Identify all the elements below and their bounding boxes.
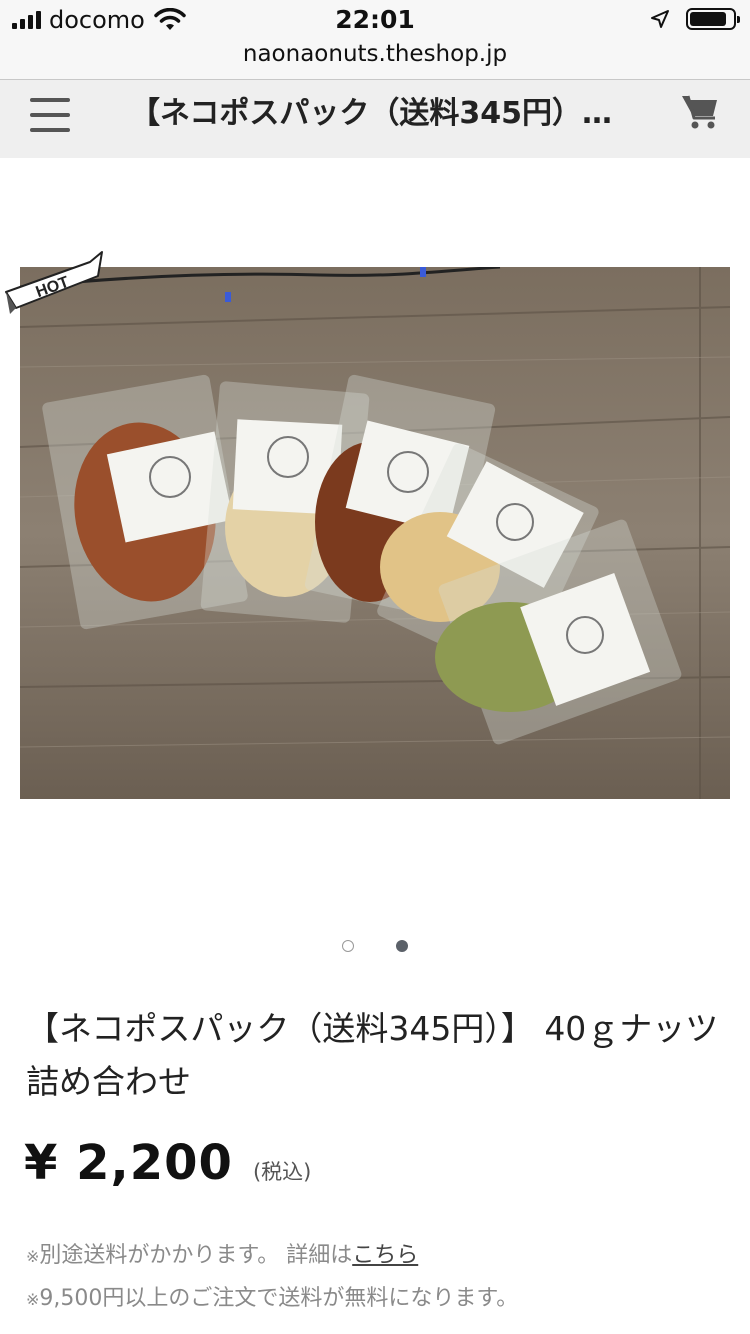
carousel-dot-1[interactable] bbox=[342, 940, 354, 952]
clock: 22:01 bbox=[335, 5, 415, 34]
product-photo[interactable] bbox=[20, 267, 730, 799]
carousel-dot-2[interactable] bbox=[396, 940, 408, 952]
url-text[interactable]: naonaonuts.theshop.jp bbox=[0, 40, 750, 68]
hot-badge: HOT bbox=[5, 251, 103, 314]
shipping-note: ※別途送料がかかります。 詳細はこちら bbox=[26, 1237, 418, 1269]
shipping-details-link[interactable]: こちら bbox=[352, 1243, 418, 1268]
tax-note: (税込) bbox=[252, 1160, 312, 1184]
hamburger-menu-icon[interactable] bbox=[30, 98, 70, 132]
product-price: ¥ 2,200 bbox=[24, 1135, 233, 1191]
note-mark: ※ bbox=[26, 1290, 40, 1309]
free-shipping-note-text: 9,500円以上のご注文で送料が無料になります。 bbox=[39, 1286, 519, 1311]
location-arrow-icon bbox=[651, 10, 669, 28]
header-title: 【ネコポスパック（送料345円）… bbox=[130, 96, 613, 131]
carousel-indicator bbox=[0, 940, 750, 952]
battery-level bbox=[690, 12, 726, 26]
browser-url-bar[interactable]: naonaonuts.theshop.jp bbox=[0, 40, 750, 80]
hot-badge-label: HOT bbox=[34, 274, 72, 302]
status-icons bbox=[650, 8, 740, 30]
shipping-note-text: 別途送料がかかります。 詳細は bbox=[39, 1243, 353, 1268]
note-mark: ※ bbox=[26, 1247, 40, 1266]
shopping-cart-icon[interactable] bbox=[680, 92, 720, 132]
free-shipping-note: ※9,500円以上のご注文で送料が無料になります。 bbox=[26, 1280, 518, 1312]
product-name: 【ネコポスパック（送料345円）】 40ｇナッツ詰め合わせ bbox=[26, 1009, 719, 1101]
price-row: ¥ 2,200 (税込) bbox=[24, 1135, 311, 1191]
shop-header: 【ネコポスパック（送料345円）… bbox=[0, 80, 750, 158]
battery-icon bbox=[686, 8, 740, 30]
status-bar: docomo 22:01 bbox=[0, 0, 750, 40]
